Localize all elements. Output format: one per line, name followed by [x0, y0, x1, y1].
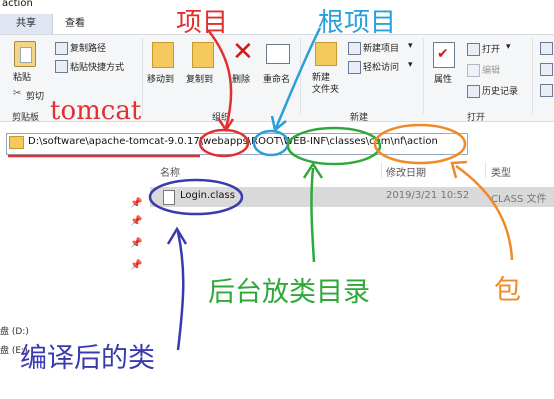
- package-circle: [373, 123, 467, 165]
- annotation-tomcat: tomcat: [50, 96, 142, 126]
- login-class-circle: [148, 178, 244, 216]
- annotation-project: 项目: [176, 8, 229, 38]
- classes-arrow: [310, 167, 316, 263]
- annotation-package: 包: [494, 275, 521, 306]
- class-arrow: [176, 231, 185, 351]
- annotation-root-project: 根项目: [318, 8, 397, 38]
- root-arrow: [274, 27, 322, 129]
- package-arrow: [455, 164, 514, 261]
- classes-circle: [286, 126, 382, 166]
- annotation-classes-dir: 后台放类目录: [208, 277, 370, 308]
- project-arrow: [207, 29, 233, 129]
- annotation-compiled-class: 编译后的类: [20, 343, 155, 374]
- root-circle: [252, 129, 290, 157]
- webapps-circle: [198, 128, 250, 158]
